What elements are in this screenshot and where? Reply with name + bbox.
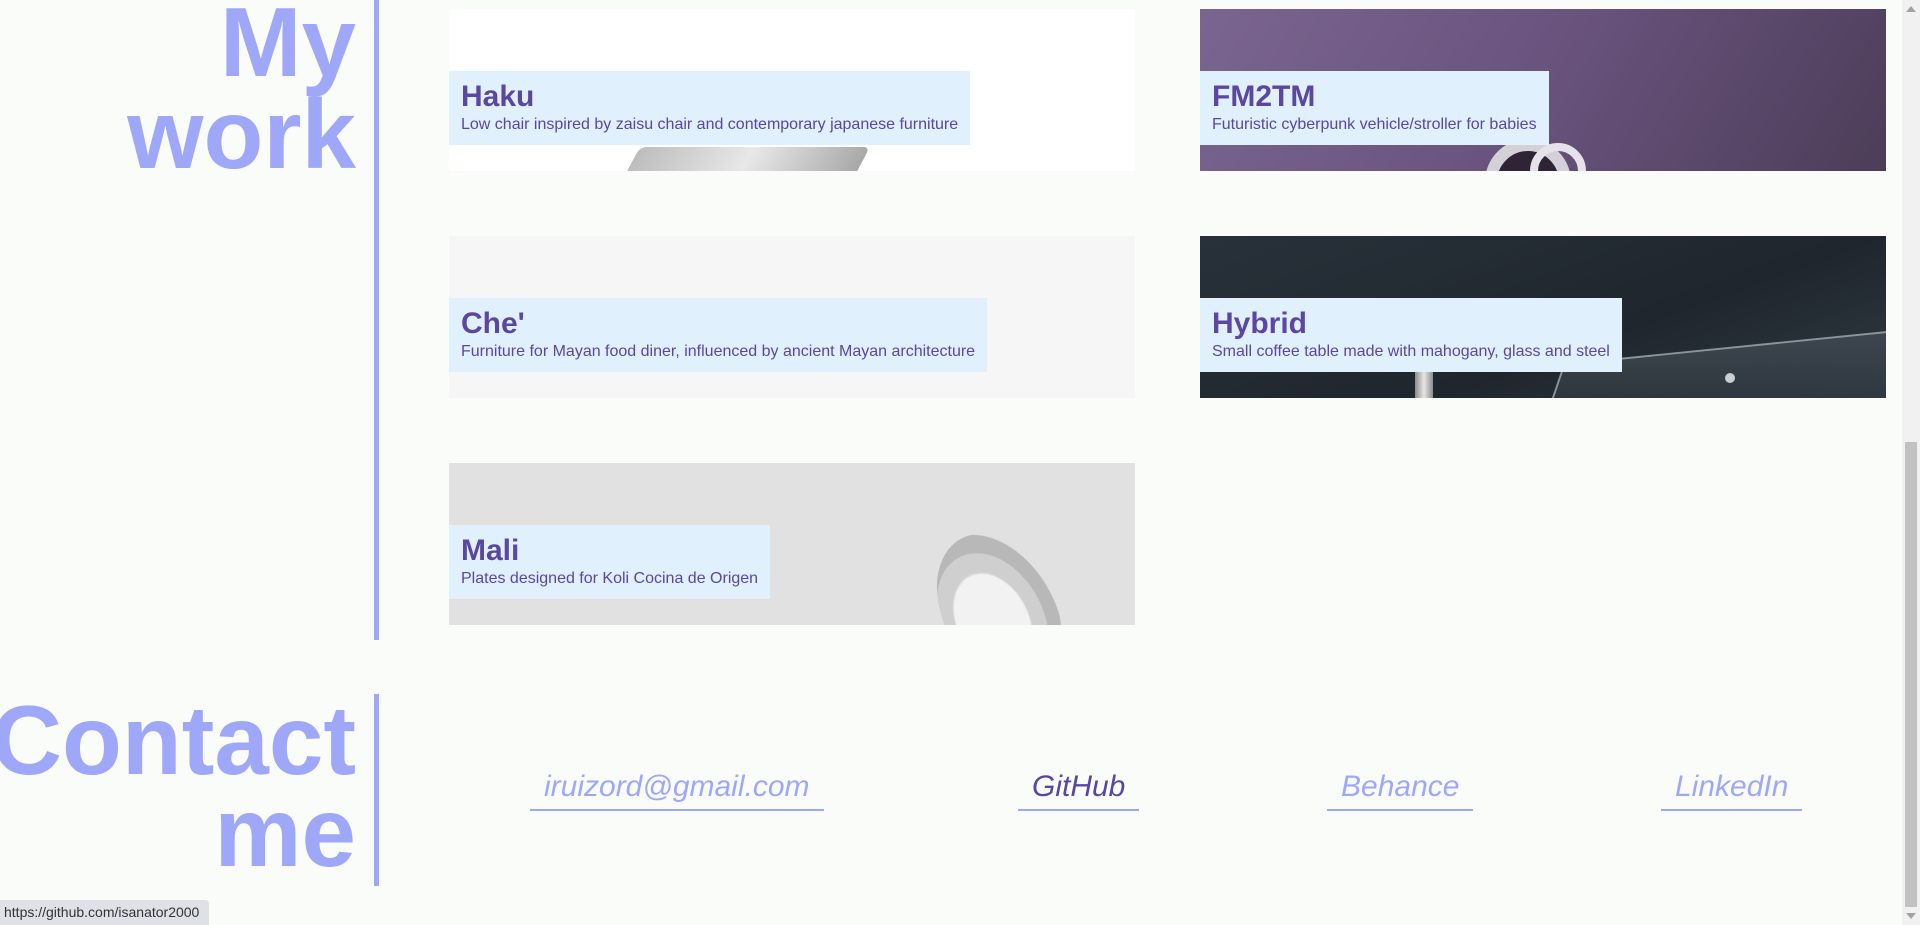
project-title: Hybrid bbox=[1212, 307, 1308, 340]
project-label: Mali Plates designed for Koli Cocina de … bbox=[449, 525, 771, 599]
project-card-haku[interactable]: Haku Low chair inspired by zaisu chair a… bbox=[449, 9, 1135, 171]
project-label: Hybrid Small coffee table made with maho… bbox=[1200, 298, 1622, 372]
link-status-bar: https://github.com/isanator2000 bbox=[0, 900, 210, 925]
project-label: Haku Low chair inspired by zaisu chair a… bbox=[449, 71, 971, 145]
project-card-fm2tm[interactable]: FM2TM Futuristic cyberpunk vehicle/strol… bbox=[1200, 9, 1886, 171]
my-work-heading-line2: work bbox=[127, 79, 356, 190]
project-description: Futuristic cyberpunk vehicle/stroller fo… bbox=[1212, 115, 1537, 133]
project-description: Small coffee table made with mahogany, g… bbox=[1212, 342, 1610, 360]
hybrid-table-bolt-image bbox=[1725, 373, 1735, 383]
project-card-hybrid[interactable]: Hybrid Small coffee table made with maho… bbox=[1200, 236, 1886, 398]
project-title: Mali bbox=[461, 534, 520, 567]
project-label: Che' Furniture for Mayan food diner, inf… bbox=[449, 298, 988, 372]
page-root: My work Haku Low chair inspired by zaisu… bbox=[0, 0, 1920, 925]
project-title: Che' bbox=[461, 307, 525, 340]
email-link[interactable]: iruizord@gmail.com bbox=[530, 770, 824, 811]
project-card-mali[interactable]: Mali Plates designed for Koli Cocina de … bbox=[449, 463, 1135, 625]
contact-heading-line2: me bbox=[214, 777, 356, 888]
project-description: Low chair inspired by zaisu chair and co… bbox=[461, 115, 959, 133]
project-title: FM2TM bbox=[1212, 80, 1316, 113]
contact-me-heading: Contact me bbox=[0, 691, 356, 881]
project-card-che[interactable]: Che' Furniture for Mayan food diner, inf… bbox=[449, 236, 1135, 398]
project-label: FM2TM Futuristic cyberpunk vehicle/strol… bbox=[1200, 71, 1549, 145]
scroll-down-arrow-icon[interactable] bbox=[1906, 913, 1916, 919]
contact-divider-line bbox=[374, 694, 379, 886]
work-divider-line bbox=[374, 0, 379, 640]
mali-plate-image bbox=[911, 512, 1087, 625]
haku-chair-image bbox=[608, 147, 870, 171]
github-link[interactable]: GitHub bbox=[1018, 770, 1140, 811]
my-work-heading: My work bbox=[127, 0, 356, 183]
scrollbar-thumb[interactable] bbox=[1905, 442, 1917, 907]
project-title: Haku bbox=[461, 80, 535, 113]
behance-link[interactable]: Behance bbox=[1327, 770, 1474, 811]
project-description: Plates designed for Koli Cocina de Orige… bbox=[461, 569, 759, 587]
project-description: Furniture for Mayan food diner, influenc… bbox=[461, 342, 976, 360]
linkedin-link[interactable]: LinkedIn bbox=[1661, 770, 1803, 811]
vertical-scrollbar[interactable] bbox=[1902, 0, 1920, 925]
scroll-up-arrow-icon[interactable] bbox=[1906, 6, 1916, 12]
